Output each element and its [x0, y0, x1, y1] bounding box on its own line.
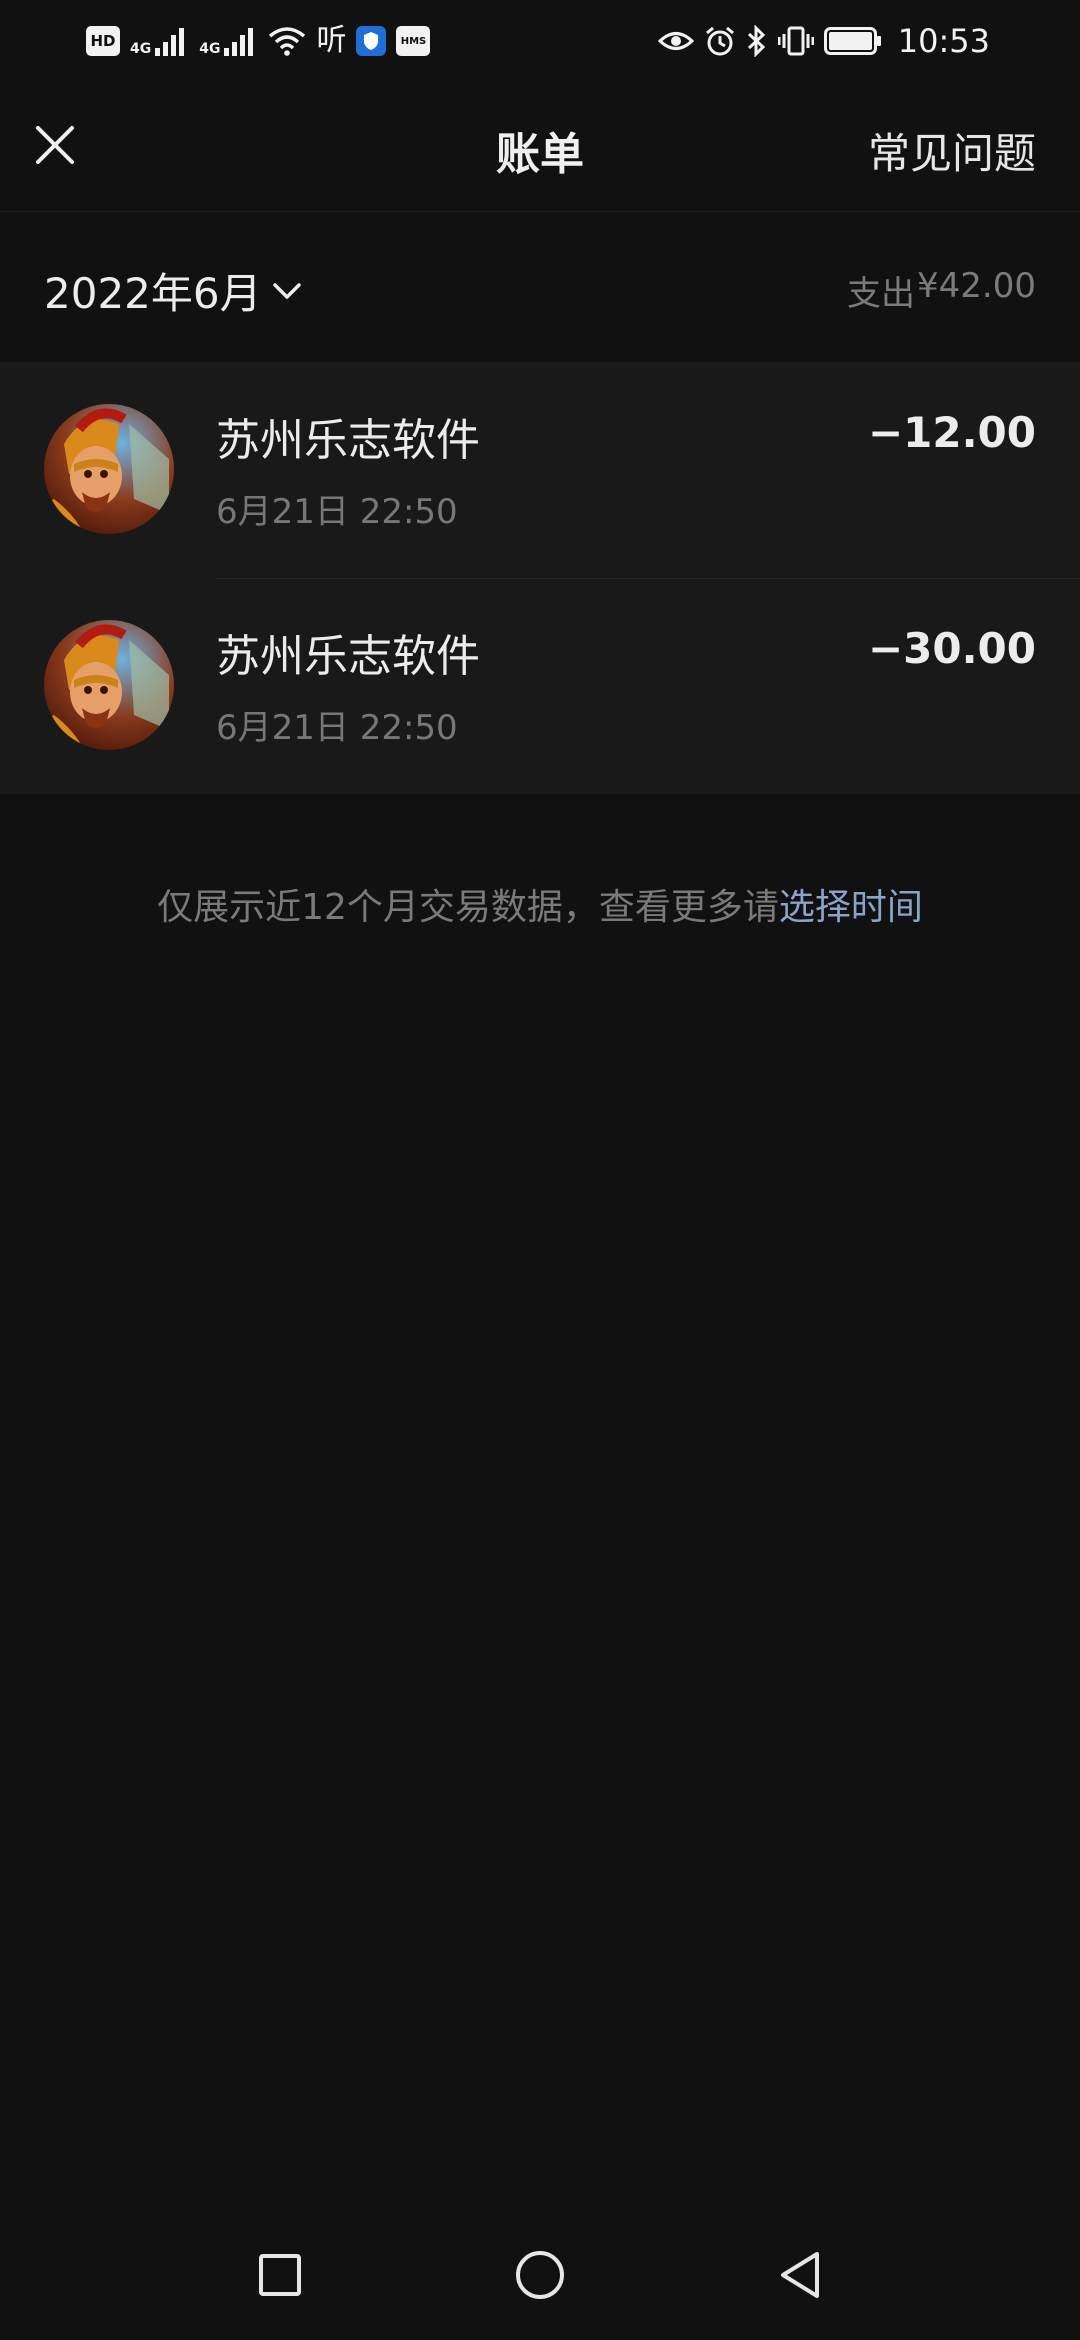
eye-icon [657, 32, 694, 50]
listen-text: 听 [316, 23, 347, 58]
transaction-amount: −30.00 [867, 624, 1036, 673]
merchant-name: 苏州乐志软件 [216, 415, 480, 466]
alarm-icon [705, 26, 734, 56]
vibrate-icon [777, 26, 814, 56]
shield-icon [356, 26, 387, 56]
circle-icon [516, 2251, 564, 2299]
transaction-row[interactable]: 苏州乐志软件 6月21日 22:50 −12.00 [0, 362, 1080, 578]
spend-summary: 支出 ¥42.00 [847, 266, 1036, 315]
clock: 10:53 [897, 22, 990, 60]
merchant-avatar [44, 620, 174, 750]
transaction-time: 6月21日 22:50 [216, 708, 458, 748]
spend-label: 支出 [847, 274, 916, 314]
history-note-text: 仅展示近12个月交易数据，查看更多请 [157, 887, 779, 928]
merchant-name: 苏州乐志软件 [216, 631, 480, 682]
history-note: 仅展示近12个月交易数据，查看更多请选择时间 [0, 878, 1080, 930]
system-nav-bar [0, 2210, 1080, 2340]
transaction-row[interactable]: 苏州乐志软件 6月21日 22:50 −30.00 [0, 578, 1080, 794]
signal-icon [224, 28, 254, 56]
bluetooth-icon [747, 25, 765, 57]
status-left: HD 4G 4G 听 HMS [86, 18, 431, 64]
battery-icon [823, 27, 881, 55]
spend-amount: ¥42.00 [917, 266, 1036, 306]
triangle-back-icon [781, 2252, 819, 2298]
transaction-list: 苏州乐志软件 6月21日 22:50 −12.00 苏州乐志软件 6月21日 2… [0, 362, 1080, 794]
merchant-avatar [44, 404, 174, 534]
transaction-time: 6月21日 22:50 [216, 492, 458, 532]
faq-button[interactable]: 常见问题 [868, 120, 1036, 181]
month-bar: 2022年6月 支出 ¥42.00 [0, 212, 1080, 362]
signal-icon [155, 28, 185, 56]
chevron-down-icon [272, 282, 301, 299]
recent-apps-button[interactable] [250, 2245, 310, 2305]
month-selector[interactable]: 2022年6月 [44, 260, 302, 321]
square-icon [259, 2254, 301, 2296]
network-type-1: 4G [130, 41, 152, 57]
select-time-link[interactable]: 选择时间 [779, 887, 923, 928]
status-bar: HD 4G 4G 听 HMS 10:53 [0, 0, 1080, 82]
hd-badge: HD [86, 26, 120, 56]
back-button[interactable] [770, 2245, 830, 2305]
hms-badge: HMS [396, 26, 431, 56]
title-bar: 账单 常见问题 [0, 82, 1080, 212]
transaction-amount: −12.00 [867, 408, 1036, 457]
home-button[interactable] [510, 2245, 570, 2305]
network-type-2: 4G [199, 41, 221, 57]
month-label: 2022年6月 [44, 269, 262, 318]
wifi-icon [269, 27, 306, 56]
status-right: 10:53 [657, 22, 990, 60]
